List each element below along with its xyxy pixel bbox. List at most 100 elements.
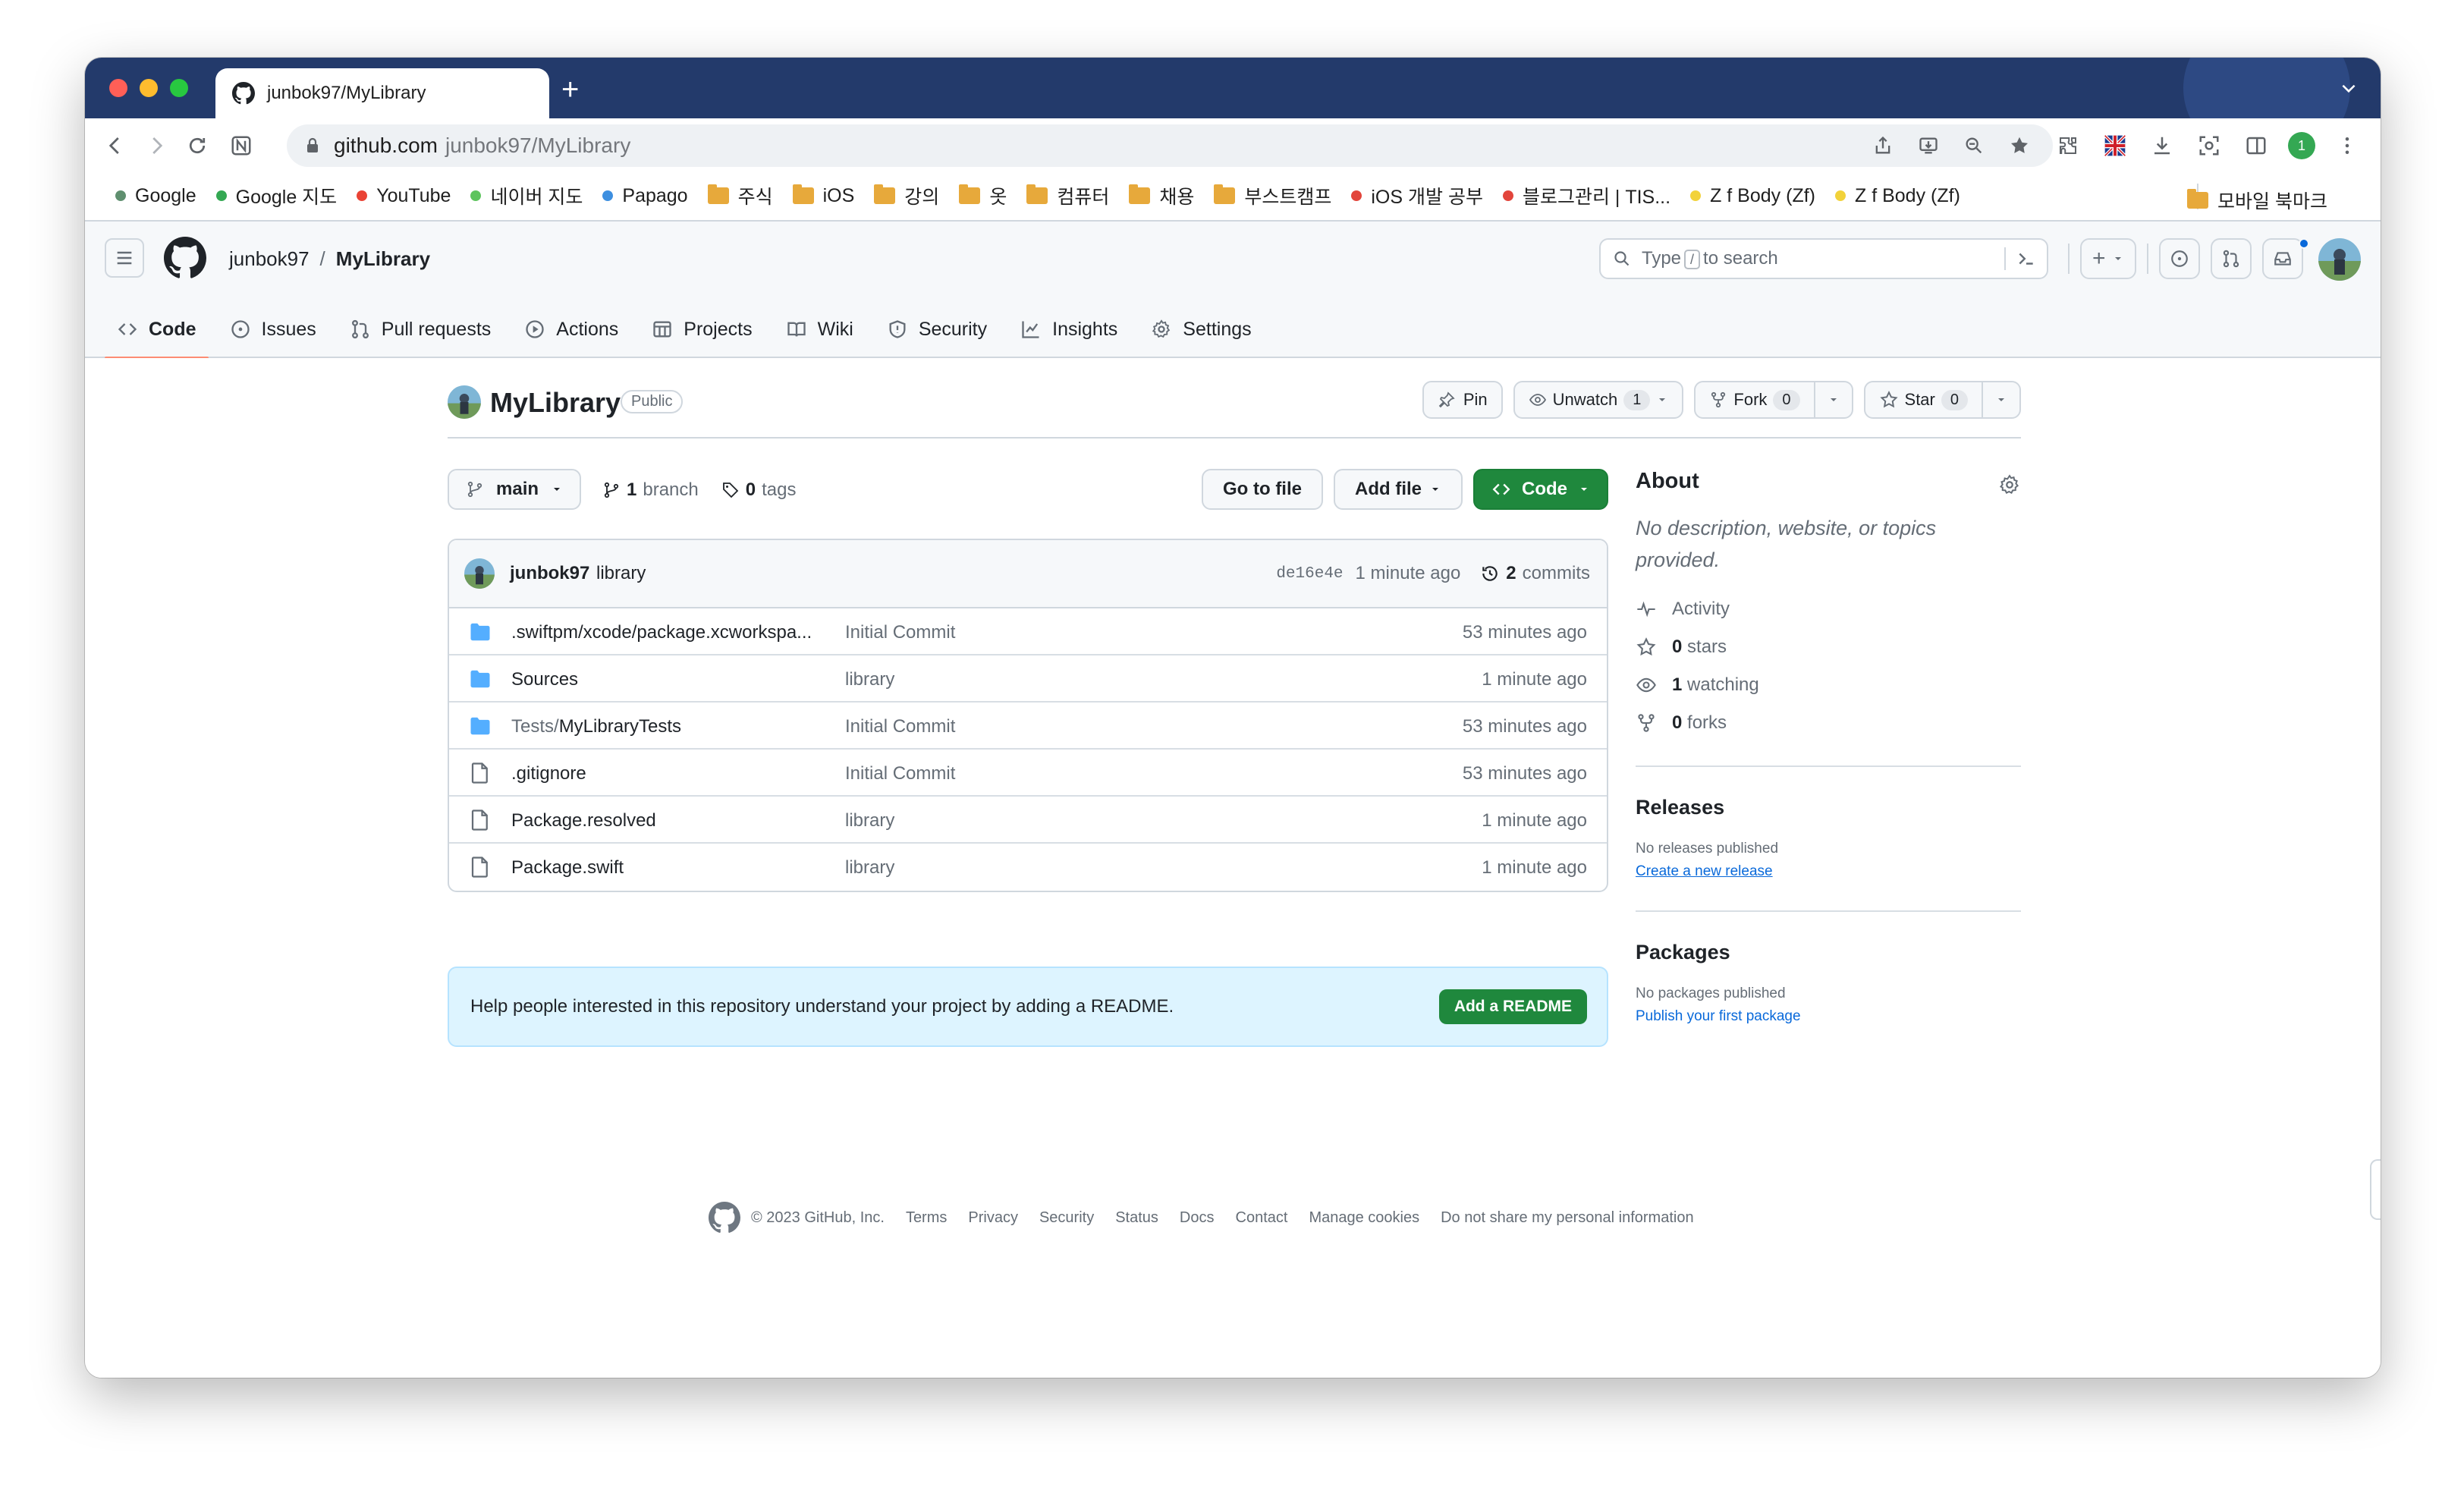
- stars-link[interactable]: 0 stars: [1636, 635, 2021, 659]
- packages-heading[interactable]: Packages: [1636, 941, 2021, 964]
- unwatch-button[interactable]: Unwatch 1: [1513, 381, 1684, 419]
- minimize-window-button[interactable]: [140, 79, 158, 97]
- new-tab-button[interactable]: +: [561, 74, 579, 105]
- commit-author-avatar[interactable]: [464, 558, 495, 589]
- footer-link[interactable]: Docs: [1180, 1209, 1215, 1227]
- file-commit-message-link[interactable]: library: [845, 857, 894, 879]
- activity-link[interactable]: Activity: [1636, 597, 2021, 621]
- file-commit-message-link[interactable]: Initial Commit: [845, 716, 955, 737]
- fork-button[interactable]: Fork 0: [1694, 381, 1853, 419]
- code-button[interactable]: Code: [1473, 469, 1608, 510]
- tab-code[interactable]: Code: [105, 300, 209, 360]
- create-new-button[interactable]: +: [2080, 238, 2136, 279]
- releases-heading[interactable]: Releases: [1636, 796, 2021, 819]
- flag-extension-icon[interactable]: [2100, 130, 2130, 161]
- bookmark-item[interactable]: Google: [115, 185, 196, 207]
- maximize-window-button[interactable]: [170, 79, 188, 97]
- bookmark-item[interactable]: 옷: [959, 182, 1007, 209]
- zoom-out-icon[interactable]: [1960, 132, 1988, 159]
- file-name-link[interactable]: Tests/MyLibraryTests: [511, 716, 681, 737]
- file-commit-message-link[interactable]: Initial Commit: [845, 763, 955, 784]
- bookmark-item[interactable]: Papago: [602, 185, 688, 207]
- star-button[interactable]: Star 0: [1863, 381, 2021, 419]
- create-release-link[interactable]: Create a new release: [1636, 863, 2021, 880]
- search-input[interactable]: Type / to search: [1599, 238, 2048, 279]
- file-row[interactable]: Package.resolved library 1 minute ago: [449, 797, 1607, 844]
- footer-link[interactable]: Status: [1115, 1209, 1158, 1227]
- tab-actions[interactable]: Actions: [512, 300, 630, 358]
- bookmark-item[interactable]: Google 지도: [215, 182, 337, 209]
- file-name-link[interactable]: Package.swift: [511, 857, 624, 879]
- tab-insights[interactable]: Insights: [1008, 300, 1130, 358]
- footer-link[interactable]: Do not share my personal information: [1441, 1209, 1694, 1227]
- file-row[interactable]: Tests/MyLibraryTests Initial Commit 53 min…: [449, 703, 1607, 750]
- bookmark-item[interactable]: 컴퓨터: [1026, 182, 1109, 209]
- bookmark-item[interactable]: 네이버 지도: [470, 182, 583, 209]
- file-row[interactable]: .swiftpm/xcode/package.xcworkspa... Initi…: [449, 608, 1607, 655]
- screenshot-icon[interactable]: [2194, 130, 2224, 161]
- file-row[interactable]: Package.swift library 1 minute ago: [449, 844, 1607, 891]
- file-commit-message-link[interactable]: library: [845, 810, 894, 831]
- footer-link[interactable]: Terms: [906, 1209, 947, 1227]
- tab-wiki[interactable]: Wiki: [774, 300, 866, 358]
- forward-arrow-icon[interactable]: [141, 130, 171, 161]
- github-mark-icon[interactable]: [709, 1202, 740, 1234]
- publish-package-link[interactable]: Publish your first package: [1636, 1008, 2021, 1025]
- file-name-link[interactable]: Sources: [511, 669, 578, 690]
- bookmark-item[interactable]: 부스트캠프: [1214, 182, 1331, 209]
- add-file-button[interactable]: Add file: [1334, 469, 1463, 510]
- gear-icon[interactable]: [1998, 473, 2021, 496]
- footer-link[interactable]: Security: [1039, 1209, 1094, 1227]
- hamburger-menu-icon[interactable]: [105, 238, 144, 278]
- file-row[interactable]: Sources library 1 minute ago: [449, 655, 1607, 703]
- bookmark-star-icon[interactable]: [2006, 132, 2033, 159]
- tab-security[interactable]: Security: [875, 300, 999, 358]
- repo-name-link[interactable]: MyLibrary: [490, 387, 621, 419]
- tab-projects[interactable]: Projects: [640, 300, 764, 358]
- file-name-link[interactable]: .gitignore: [511, 763, 586, 784]
- address-bar[interactable]: github.com junbok97/MyLibrary: [287, 124, 2053, 167]
- side-panel-icon[interactable]: [2241, 130, 2271, 161]
- profile-badge[interactable]: 1: [2288, 132, 2315, 159]
- bookmark-item[interactable]: YouTube: [357, 185, 451, 207]
- back-arrow-icon[interactable]: [100, 130, 130, 161]
- watchers-link[interactable]: 1 watching: [1636, 673, 2021, 697]
- add-readme-button[interactable]: Add a README: [1438, 989, 1587, 1024]
- bookmark-item[interactable]: iOS: [792, 184, 854, 207]
- bookmark-item[interactable]: 강의: [874, 182, 939, 209]
- tab-search-chevron-icon[interactable]: [2334, 74, 2364, 102]
- feedback-tab[interactable]: [2370, 1159, 2381, 1220]
- bookmark-item[interactable]: Z f Body (Zf): [1690, 185, 1815, 207]
- kebab-menu-icon[interactable]: [2332, 130, 2362, 161]
- star-dropdown-chevron-icon[interactable]: [1982, 382, 2019, 417]
- file-commit-message-link[interactable]: library: [845, 669, 894, 690]
- browser-tab-active[interactable]: junbok97/MyLibrary: [215, 68, 549, 118]
- breadcrumb-repo-link[interactable]: MyLibrary: [336, 247, 430, 271]
- github-logo-icon[interactable]: [164, 237, 206, 279]
- user-avatar[interactable]: [2318, 238, 2361, 281]
- extensions-puzzle-icon[interactable]: [2053, 130, 2083, 161]
- issues-icon[interactable]: [2158, 238, 2200, 279]
- command-palette-icon[interactable]: [2004, 247, 2036, 270]
- file-name-link[interactable]: .swiftpm/xcode/package.xcworkspa...: [511, 622, 812, 643]
- file-name-link[interactable]: Package.resolved: [511, 810, 656, 831]
- fork-dropdown-chevron-icon[interactable]: [1813, 382, 1852, 417]
- tab-issues[interactable]: Issues: [218, 300, 328, 358]
- tab-pull-requests[interactable]: Pull requests: [338, 300, 504, 358]
- bookmark-item[interactable]: 블로그관리 | TIS...: [1502, 182, 1670, 209]
- inbox-icon[interactable]: [2261, 238, 2303, 279]
- reload-icon[interactable]: [182, 130, 212, 161]
- bookmark-item[interactable]: iOS 개발 공부: [1351, 182, 1483, 209]
- forks-link[interactable]: 0 forks: [1636, 711, 2021, 735]
- repo-owner-avatar[interactable]: [448, 385, 481, 419]
- install-app-icon[interactable]: [1915, 132, 1942, 159]
- pull-requests-icon[interactable]: [2210, 238, 2252, 279]
- share-icon[interactable]: [1869, 132, 1897, 159]
- footer-link[interactable]: Manage cookies: [1309, 1209, 1419, 1227]
- notion-extension-icon[interactable]: [226, 130, 256, 161]
- go-to-file-button[interactable]: Go to file: [1202, 469, 1323, 510]
- bookmark-item[interactable]: 주식: [707, 182, 773, 209]
- tags-link[interactable]: 0 tags: [721, 479, 796, 501]
- close-window-button[interactable]: [109, 79, 127, 97]
- commit-author-link[interactable]: junbok97: [510, 563, 589, 584]
